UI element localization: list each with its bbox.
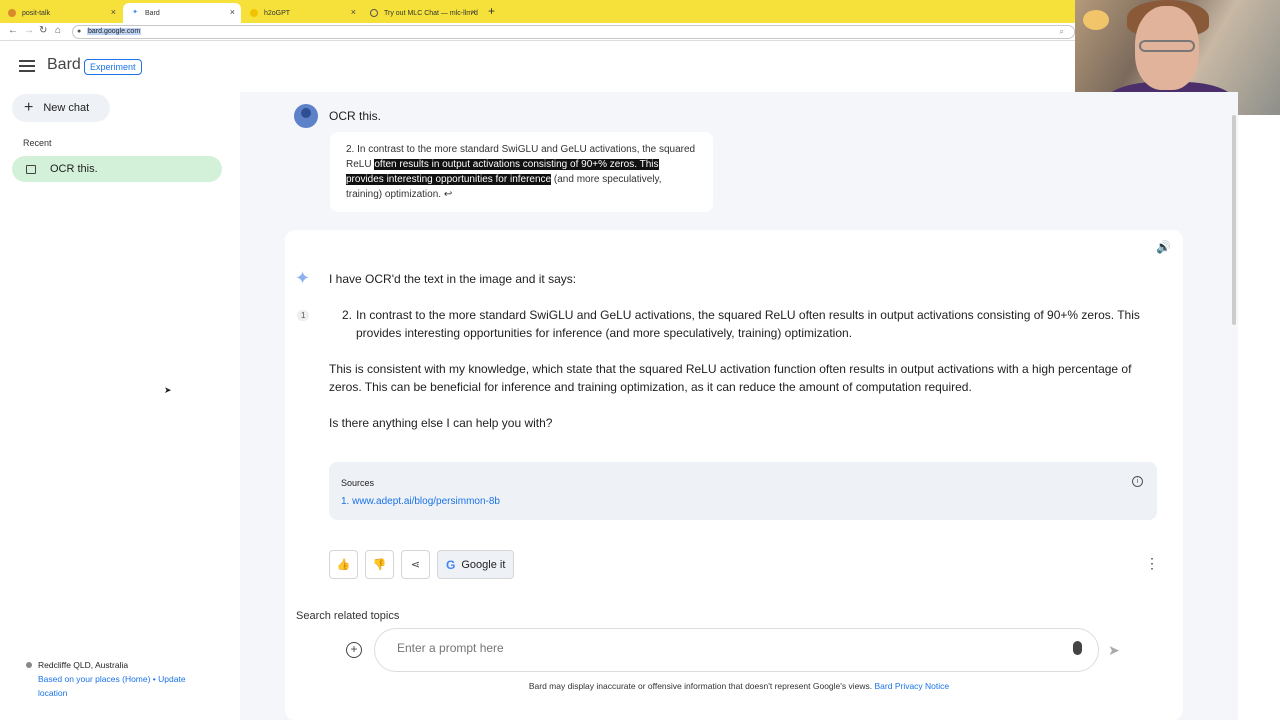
menu-icon[interactable] [19, 60, 35, 72]
microphone-icon[interactable] [1073, 641, 1082, 655]
list-item-text: In contrast to the more standard SwiGLU … [356, 308, 1140, 340]
location-info: Redcliffe QLD, Australia Based on your p… [26, 658, 206, 700]
thumbs-up-icon: 👍 [336, 559, 351, 571]
conversation-area: OCR this. 2. In contrast to the more sta… [240, 92, 1238, 720]
related-topics[interactable]: Search related topics [296, 610, 399, 622]
tab-mlc-chat[interactable]: Try out MLC Chat — mlc-llm d × [362, 3, 482, 23]
prompt-input[interactable] [397, 641, 1037, 655]
sidebar: + New chat Recent OCR this. Redcliffe QL… [0, 92, 240, 720]
recent-chat-item[interactable]: OCR this. [12, 156, 222, 182]
lock-icon: ● [77, 28, 82, 35]
plus-icon: + [24, 99, 34, 116]
prompt-input-bar [374, 628, 1099, 672]
chat-bubble-icon [26, 164, 36, 174]
zoom-icon[interactable]: ⌕ [1060, 27, 1064, 37]
source-link[interactable]: 1. www.adept.ai/blog/persimmon-8b [341, 496, 500, 507]
response-list-item: 2. In contrast to the more standard SwiG… [342, 306, 1162, 342]
thumbs-down-icon: 👎 [372, 559, 387, 571]
google-g-icon: G [446, 557, 456, 572]
sources-panel: Sources 1. www.adept.ai/blog/persimmon-8… [329, 462, 1157, 520]
location-text: Redcliffe QLD, Australia [38, 660, 129, 670]
new-tab-plus-icon[interactable]: + [488, 4, 495, 18]
tab-label: h2oGPT [264, 9, 291, 17]
tab-h2ogpt[interactable]: h2oGPT × [242, 3, 362, 23]
footer-disclaimer: Bard may display inaccurate or offensive… [240, 681, 1238, 691]
user-avatar [294, 104, 318, 128]
tab-label: Try out MLC Chat — mlc-llm d [384, 9, 478, 17]
recent-chat-label: OCR this. [50, 163, 98, 175]
scrollbar[interactable] [1232, 115, 1236, 325]
citation-badge[interactable]: 1 [297, 310, 310, 321]
close-icon[interactable]: × [351, 7, 356, 17]
sources-title: Sources [341, 478, 375, 488]
google-it-button[interactable]: G Google it [437, 550, 515, 579]
google-it-label: Google it [461, 558, 506, 571]
new-chat-label: New chat [43, 102, 90, 114]
location-dot-icon [26, 662, 32, 668]
close-icon[interactable]: × [471, 7, 476, 17]
mouse-cursor-icon: ➤ [164, 385, 172, 395]
disclaimer-text: Bard may display inaccurate or offensive… [528, 681, 873, 691]
tab-favicon-icon [250, 9, 258, 17]
globe-icon [370, 9, 378, 17]
privacy-notice-link[interactable]: Bard Privacy Notice [875, 681, 950, 691]
recent-heading: Recent [23, 138, 52, 148]
tab-bard[interactable]: ✦ Bard × [123, 3, 241, 23]
info-icon[interactable]: i [1132, 476, 1143, 487]
thumbs-down-button[interactable]: 👎 [365, 550, 394, 579]
speaker-icon[interactable]: 🔊 [1156, 240, 1171, 254]
reload-icon[interactable]: ↻ [39, 25, 47, 36]
app-header: Bard Experiment [0, 42, 1075, 92]
forward-arrow-icon[interactable]: → [24, 25, 34, 36]
uploaded-image: 2. In contrast to the more standard SwiG… [330, 132, 713, 212]
tab-label: posit-talk [22, 9, 51, 17]
brand-title: Bard [47, 56, 81, 73]
add-image-icon[interactable]: + [346, 642, 362, 658]
bard-sparkle-icon: ✦ [132, 9, 138, 16]
send-icon[interactable]: ➤ [1108, 642, 1120, 659]
close-icon[interactable]: × [230, 7, 235, 17]
back-arrow-icon[interactable]: ← [8, 25, 18, 36]
bard-sparkle-icon: ✦ [295, 268, 311, 288]
response-actions: 👍 👎 ⋖ G Google it [329, 550, 515, 579]
close-icon[interactable]: × [111, 7, 116, 17]
url-text: bard.google.com [87, 28, 142, 35]
thumbs-up-button[interactable]: 👍 [329, 550, 358, 579]
share-button[interactable]: ⋖ [401, 550, 430, 579]
share-icon: ⋖ [410, 559, 421, 571]
response-intro: I have OCR'd the text in the image and i… [329, 272, 577, 286]
user-prompt: OCR this. [329, 109, 382, 123]
experiment-badge: Experiment [84, 59, 142, 75]
tab-favicon-icon [8, 9, 16, 17]
response-paragraph: This is consistent with my knowledge, wh… [329, 362, 1132, 394]
response-closing: Is there anything else I can help you wi… [329, 416, 553, 430]
url-input[interactable]: ● bard.google.com ⌕ [72, 25, 1075, 39]
more-options-icon[interactable]: ⋮ [1145, 555, 1159, 572]
tab-label: Bard [145, 9, 160, 17]
home-icon[interactable]: ⌂ [55, 25, 61, 36]
list-item-number: 2. [342, 308, 353, 322]
new-chat-button[interactable]: + New chat [12, 94, 110, 122]
update-location-link[interactable]: Based on your places (Home) • Update loc… [26, 672, 206, 700]
webcam-lamp [1083, 10, 1109, 30]
webcam-person-glasses [1139, 40, 1195, 52]
tab-posit-talk[interactable]: posit-talk × [0, 3, 122, 23]
